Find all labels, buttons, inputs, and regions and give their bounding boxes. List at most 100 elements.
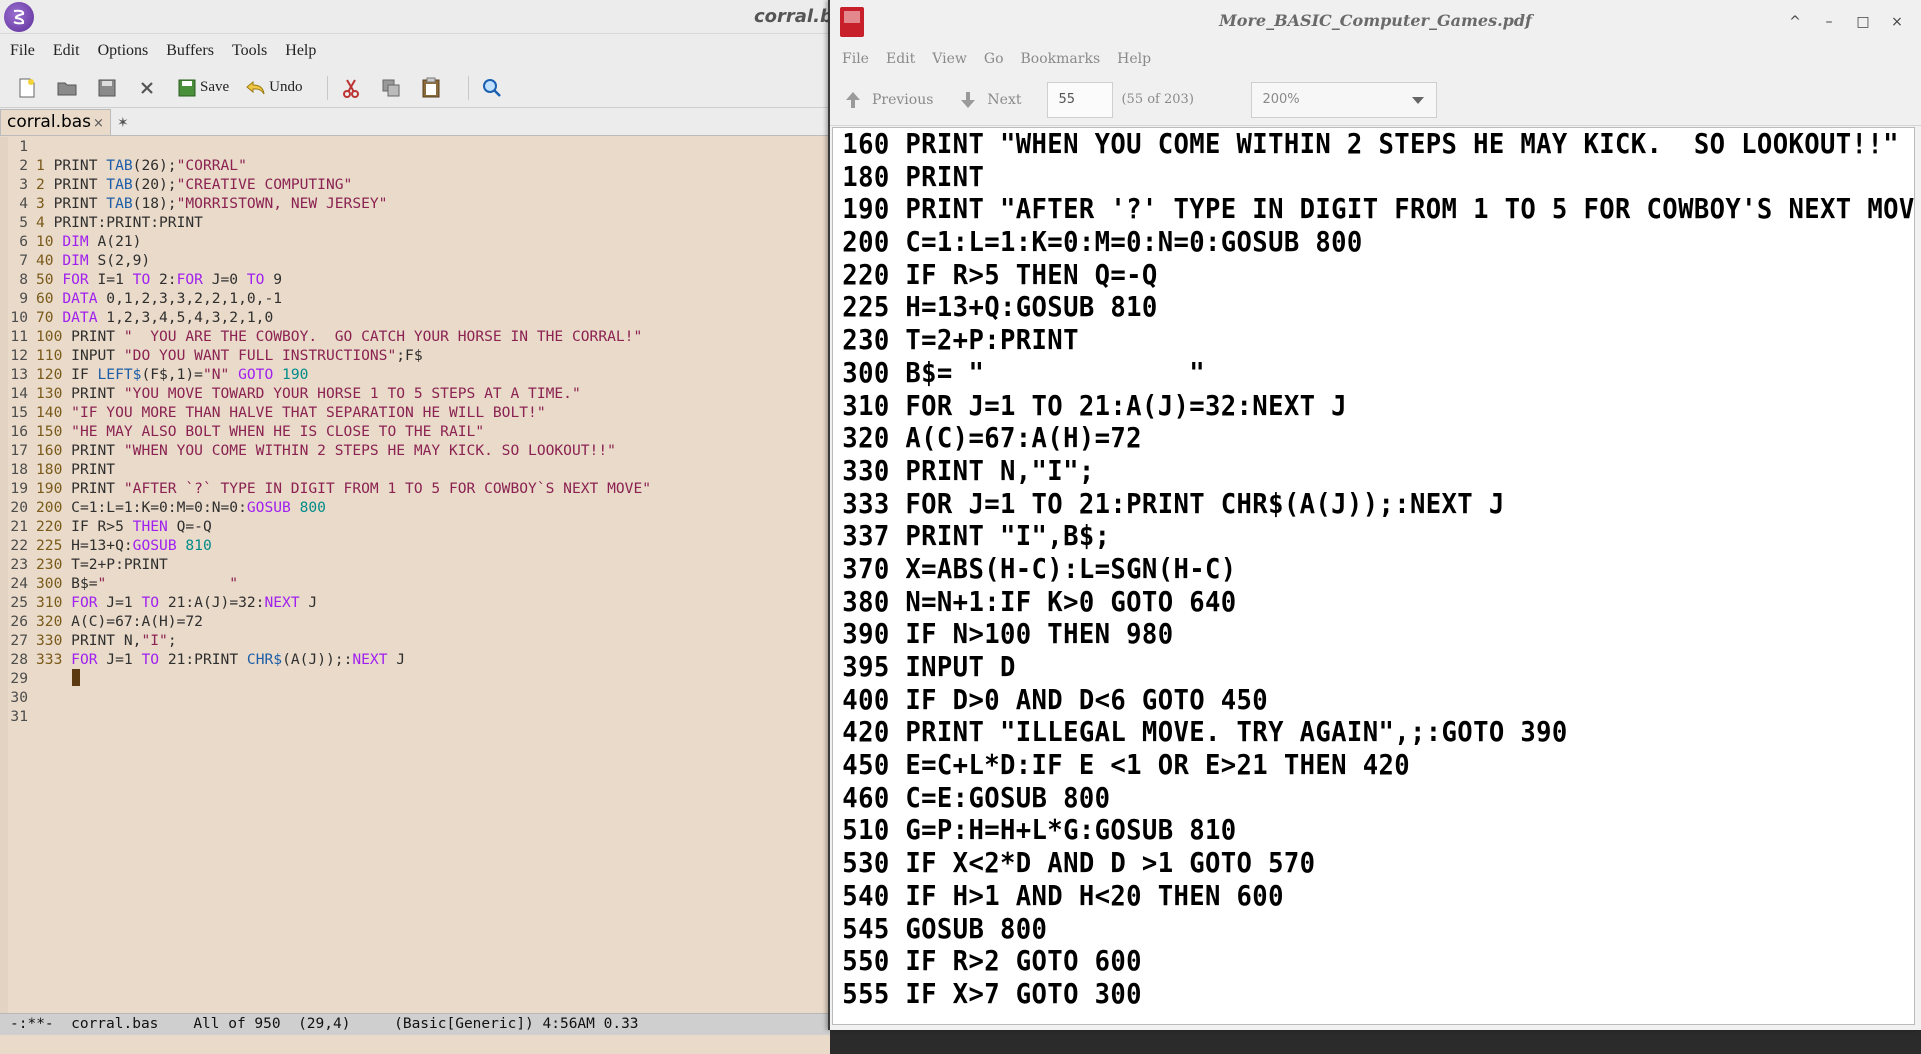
code-token: DATA [62,309,98,326]
code-line: 19 190 PRINT "AFTER `?` TYPE IN DIGIT FRO… [0,479,830,498]
code-token: 810 [176,537,212,554]
cut-button[interactable] [338,75,364,101]
code-token: 190 [36,480,72,497]
code-token: ;F$ [396,347,423,364]
code-token: 21:A(J)=32: [159,594,265,611]
save-disk-button[interactable] [94,75,120,101]
next-label: Next [987,91,1022,108]
pdf-titlebar[interactable]: More_BASIC_Computer_Games.pdf ^ – □ × [830,0,1921,44]
code-token: PRINT [53,195,107,212]
new-tab-icon[interactable]: ✶ [111,115,135,135]
pdf-text-line: 530 IF X<2*D AND D >1 GOTO 570 [842,847,1316,880]
code-token: 3 [36,195,54,212]
toolbar-separator [467,75,469,100]
menu-file[interactable]: File [842,51,869,67]
menu-bookmarks[interactable]: Bookmarks [1021,51,1101,67]
previous-page-button[interactable]: Previous [840,87,933,113]
pdf-page[interactable]: 160 PRINT "WHEN YOU COME WITHIN 2 STEPS … [832,127,1915,1025]
menu-go[interactable]: Go [984,51,1004,67]
code-token: "MORRISTOWN, NEW JERSEY" [176,195,388,212]
desktop: corral.ba File Edit Options Buffers Tool… [0,0,1921,1054]
close-icon[interactable]: × [1887,12,1907,32]
menu-help[interactable]: Help [1117,51,1151,67]
search-button[interactable] [479,75,505,101]
code-token: "HE MAY ALSO BOLT WHEN HE IS CLOSE TO TH… [71,423,485,440]
code-token: FOR [62,271,89,288]
tab-corral-bas[interactable]: corral.bas × [0,109,111,135]
code-line: 25 310 FOR J=1 TO 21:A(J)=32: NEXT J [0,593,830,612]
maximize-icon[interactable]: □ [1853,12,1873,32]
code-line: 30 [0,688,830,707]
undo-button[interactable]: Undo [243,75,303,101]
code-token: 800 [290,499,326,516]
pdf-text-line: 190 PRINT "AFTER '?' TYPE IN DIGIT FROM … [842,193,1915,226]
arrow-up-icon [840,87,866,113]
menu-edit[interactable]: Edit [886,51,915,67]
code-token: 1 [36,157,54,174]
close-buffer-button[interactable] [134,75,160,101]
code-token: IF [71,518,98,535]
scissors-icon [338,75,364,101]
emacs-window-title: corral.ba [754,6,830,27]
line-number: 17 [10,442,28,459]
code-token: FOR [71,651,98,668]
line-number: 20 [10,499,28,516]
code-token: 110 [36,347,72,364]
emacs-titlebar[interactable]: corral.ba [0,0,830,34]
save-button[interactable]: Save [174,75,229,101]
code-token: TO [141,594,160,611]
line-number: 30 [10,689,28,706]
next-page-button[interactable]: Next [955,87,1021,113]
pdf-text-line: 390 IF N>100 THEN 980 [842,618,1174,651]
code-token: PRINT [71,480,124,497]
code-line: 17 160 PRINT "WHEN YOU COME WITHIN 2 STEP… [0,441,830,460]
minibuffer[interactable] [0,1035,830,1054]
menu-buffers[interactable]: Buffers [166,42,214,60]
pdf-text-line: 540 IF H>1 AND H<20 THEN 600 [842,879,1284,912]
code-token: FOR [71,594,98,611]
line-number: 14 [10,385,28,402]
menu-options[interactable]: Options [98,42,149,60]
new-file-button[interactable] [14,75,40,101]
code-token: DIM [62,233,89,250]
chevron-up-icon[interactable]: ^ [1785,12,1805,32]
undo-label: Undo [269,79,303,95]
code-line: 28 333 FOR J=1 TO 21:PRINT CHR$ (A(J));: NE… [0,650,830,669]
line-number: 10 [10,309,28,326]
menu-help[interactable]: Help [285,42,316,60]
pdf-text-line: 220 IF R>5 THEN Q=-Q [842,258,1158,291]
code-line: 26 320 A(C)=67:A(H)=72 [0,612,830,631]
minimize-icon[interactable]: – [1819,12,1839,32]
open-file-button[interactable] [54,75,80,101]
menu-file[interactable]: File [10,42,35,60]
copy-icon [378,75,404,101]
code-line: 24 300 B$= " " [0,574,830,593]
code-token: 180 [36,461,72,478]
code-token: "IF YOU MORE THAN HALVE THAT SEPARATION … [71,404,546,421]
code-editor[interactable]: 121 PRINT TAB (26); "CORRAL" 3 2 PRINT TAB (2… [0,137,830,1013]
code-token: TO [246,271,265,288]
code-line: 43 PRINT TAB (18); "MORRISTOWN, NEW JERSEY… [0,194,830,213]
code-line: 1 [0,137,830,156]
code-token: 225 [36,537,72,554]
code-line: 7 40 DIM S(2,9) [0,251,830,270]
code-token: PRINT:PRINT:PRINT [53,214,203,231]
menu-edit[interactable]: Edit [53,42,80,60]
code-token: 2 [36,176,54,193]
menu-tools[interactable]: Tools [232,42,267,60]
code-token: GOSUB [132,537,177,554]
code-token: NEXT [264,594,300,611]
copy-button[interactable] [378,75,404,101]
code-token: J=1 [97,651,142,668]
pdf-text-line: 400 IF D>0 AND D<6 GOTO 450 [842,683,1269,716]
code-token: R>5 [97,518,133,535]
paste-button[interactable] [418,75,444,101]
zoom-select[interactable]: 200% [1251,81,1438,118]
code-token: TO [141,651,160,668]
tab-close-icon[interactable]: × [93,116,104,131]
code-token: 220 [36,518,72,535]
page-number-input[interactable] [1047,81,1114,118]
page-count: (55 of 203) [1121,92,1194,107]
menu-view[interactable]: View [932,51,967,67]
pdf-text-line: 450 E=C+L*D:IF E <1 OR E>21 THEN 420 [842,749,1411,782]
